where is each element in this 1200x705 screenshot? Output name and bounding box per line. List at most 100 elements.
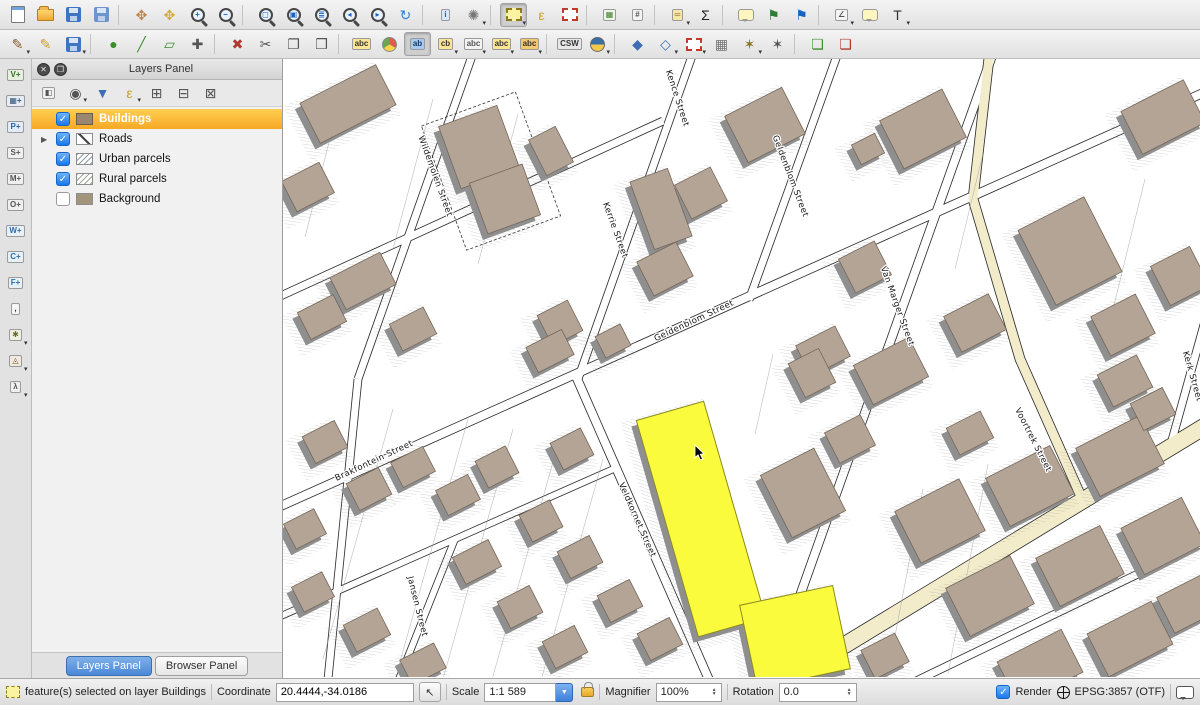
expand-all-button[interactable]: ⊞ — [144, 82, 169, 104]
open-layer-styling-button[interactable]: ◧ — [36, 82, 61, 104]
label-pie-button[interactable] — [376, 32, 403, 56]
new-geopackage-layer-button[interactable]: ◬▾ — [3, 349, 29, 373]
measure-line-button[interactable]: ═▾ — [664, 3, 691, 27]
collapse-all-button[interactable]: ⊟ — [171, 82, 196, 104]
epsg-status[interactable]: EPSG:3857 (OTF) — [1075, 686, 1165, 698]
open-project-button[interactable] — [32, 3, 59, 27]
magnifier-spinbox[interactable]: 100% ▲▼ — [656, 683, 722, 702]
messages-button[interactable] — [1176, 686, 1194, 699]
render-checkbox[interactable]: ✓ — [996, 685, 1010, 699]
manage-map-themes-button[interactable]: ◉▾ — [63, 82, 88, 104]
panel-float-button[interactable]: ❐ — [54, 63, 67, 76]
map-theme-red-button[interactable]: ❏ — [832, 32, 859, 56]
cut-features-button[interactable]: ✂ — [252, 32, 279, 56]
text-annotation-button[interactable]: T▾ — [884, 3, 911, 27]
filter-legend-button[interactable]: ▼ — [90, 82, 115, 104]
label-abc-button[interactable]: abc — [348, 32, 375, 56]
python-console-button[interactable]: ▾ — [584, 32, 611, 56]
smooth-feature-button[interactable]: ✶ — [764, 32, 791, 56]
add-wcs-layer-button[interactable]: C+ — [3, 245, 29, 269]
processing-toolbox-button[interactable]: ◇▾ — [652, 32, 679, 56]
current-edits-button[interactable]: ✎▾ — [4, 32, 31, 56]
copy-features-button[interactable]: ❐ — [280, 32, 307, 56]
select-by-polygon-button[interactable]: ▾ — [680, 32, 707, 56]
add-vector-layer-button[interactable]: V+ — [3, 63, 29, 87]
map-canvas[interactable]: Wildemolen StreetKence StreetKerrie Stre… — [283, 59, 1200, 678]
scale-combobox[interactable]: 1:1 589 ▼ — [484, 683, 573, 702]
deselect-features-button[interactable] — [556, 3, 583, 27]
tab-browser-panel[interactable]: Browser Panel — [155, 656, 249, 676]
add-virtual-layer-button[interactable]: λ▾ — [3, 375, 29, 399]
new-shapefile-layer-button[interactable]: ✱▾ — [3, 323, 29, 347]
scale-lock-icon[interactable] — [581, 687, 594, 697]
filter-by-expression-button[interactable]: ε▾ — [117, 82, 142, 104]
zoom-out-button[interactable]: − — [212, 3, 239, 27]
add-line-feature-button[interactable]: ╱ — [128, 32, 155, 56]
pin-unpin-labels-button[interactable]: abc▾ — [460, 32, 487, 56]
run-feature-action-button[interactable]: ✺▾ — [460, 3, 487, 27]
select-features-by-expression-button[interactable]: ε — [528, 3, 555, 27]
zoom-full-extent-button[interactable]: ◻ — [252, 3, 279, 27]
add-raster-layer-button[interactable]: ▦+ — [3, 89, 29, 113]
label-cb-button[interactable]: cb▾ — [432, 32, 459, 56]
zoom-to-selection-button[interactable]: ▣ — [280, 3, 307, 27]
change-label-button[interactable]: abc▾ — [516, 32, 543, 56]
rotation-stepper[interactable]: ▲▼ — [847, 688, 852, 697]
offset-point-symbols-button[interactable]: ◆ — [624, 32, 651, 56]
expander-icon[interactable]: ▶ — [41, 135, 47, 144]
add-delimited-text-layer-button[interactable]: , — [3, 297, 29, 321]
simplify-feature-button[interactable]: ✶▾ — [736, 32, 763, 56]
add-spatialite-layer-button[interactable]: S+ — [3, 141, 29, 165]
open-attribute-table-button[interactable]: ▦ — [596, 3, 623, 27]
refresh-map-button[interactable]: ↻ — [392, 3, 419, 27]
save-project-button[interactable] — [60, 3, 87, 27]
add-mssql-layer-button[interactable]: M+ — [3, 167, 29, 191]
add-wfs-layer-button[interactable]: F+ — [3, 271, 29, 295]
scale-dropdown-button[interactable]: ▼ — [556, 683, 573, 702]
add-wms-layer-button[interactable]: W+ — [3, 219, 29, 243]
measure-angle-button[interactable]: ∠▾ — [828, 3, 855, 27]
layer-visibility-checkbox[interactable]: ✓ — [56, 152, 70, 166]
layer-item-buildings[interactable]: ✓Buildings — [32, 109, 282, 129]
pan-to-selection-button[interactable]: ✥ — [156, 3, 183, 27]
map-tips-button[interactable] — [732, 3, 759, 27]
statistical-summary-button[interactable]: Σ — [692, 3, 719, 27]
highlight-pinned-labels-button[interactable]: ab — [404, 32, 431, 56]
paste-features-button[interactable]: ❒ — [308, 32, 335, 56]
select-features-by-rectangle-button[interactable]: ▾ — [500, 3, 527, 27]
toggle-editing-button[interactable]: ✎ — [32, 32, 59, 56]
coordinate-input[interactable] — [276, 683, 414, 702]
add-oracle-layer-button[interactable]: O+ — [3, 193, 29, 217]
rotation-spinbox[interactable]: 0.0 ▲▼ — [779, 683, 857, 702]
layer-item-background[interactable]: Background — [32, 189, 282, 209]
magnifier-stepper[interactable]: ▲▼ — [712, 688, 717, 697]
layer-item-roads[interactable]: ▶✓Roads — [32, 129, 282, 149]
add-feature-button[interactable]: ● — [100, 32, 127, 56]
layer-item-rural-parcels[interactable]: ✓Rural parcels — [32, 169, 282, 189]
attribute-grid-button[interactable]: ▦ — [708, 32, 735, 56]
zoom-to-layer-button[interactable]: ≣ — [308, 3, 335, 27]
layer-visibility-checkbox[interactable]: ✓ — [56, 172, 70, 186]
new-bookmark-button[interactable]: ⚑ — [760, 3, 787, 27]
csw-catalog-button[interactable]: CSW — [556, 32, 583, 56]
pan-map-button[interactable]: ✥ — [128, 3, 155, 27]
move-label-button[interactable]: abc▾ — [488, 32, 515, 56]
save-project-as-button[interactable] — [88, 3, 115, 27]
add-postgis-layer-button[interactable]: P+ — [3, 115, 29, 139]
map-theme-green-button[interactable]: ❏ — [804, 32, 831, 56]
layer-item-urban-parcels[interactable]: ✓Urban parcels — [32, 149, 282, 169]
save-layer-edits-button[interactable]: ▾ — [60, 32, 87, 56]
zoom-last-button[interactable]: ◂ — [336, 3, 363, 27]
identify-features-button[interactable]: i — [432, 3, 459, 27]
layer-visibility-checkbox[interactable]: ✓ — [56, 132, 70, 146]
mouse-position-toggle-button[interactable]: ↖ — [419, 682, 441, 702]
panel-close-button[interactable]: ✕ — [37, 63, 50, 76]
zoom-next-button[interactable]: ▸ — [364, 3, 391, 27]
layer-visibility-checkbox[interactable]: ✓ — [56, 112, 70, 126]
delete-selected-button[interactable]: ✖ — [224, 32, 251, 56]
remove-layer-button[interactable]: ⊠ — [198, 82, 223, 104]
node-tool-button[interactable]: ✚ — [184, 32, 211, 56]
tab-layers-panel[interactable]: Layers Panel — [66, 656, 152, 676]
zoom-in-button[interactable]: + — [184, 3, 211, 27]
show-bookmarks-button[interactable]: ⚑ — [788, 3, 815, 27]
